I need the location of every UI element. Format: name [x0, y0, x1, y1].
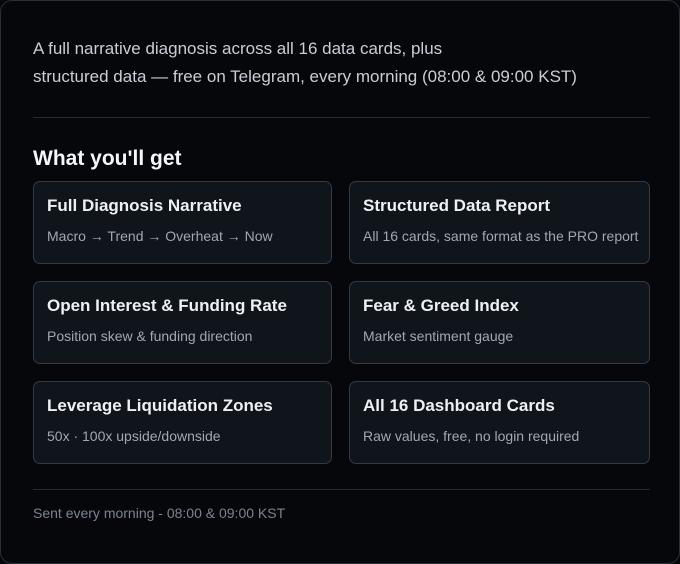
intro-line-2: structured data — free on Telegram, ever…: [33, 67, 577, 86]
feature-card-title: Full Diagnosis Narrative: [47, 196, 242, 215]
feature-card-description: All 16 cards, same format as the PRO rep…: [363, 228, 639, 244]
feature-card-description: Market sentiment gauge: [363, 328, 514, 344]
feature-card-liquidation-zones: Leverage Liquidation Zones 50x · 100x up…: [33, 381, 332, 464]
feature-card-title: Leverage Liquidation Zones: [47, 396, 273, 415]
feature-card-description: Macro → Trend → Overheat → Now: [47, 228, 273, 244]
section-title: What you'll get: [33, 147, 182, 170]
feature-card-open-interest: Open Interest & Funding Rate Position sk…: [33, 281, 332, 364]
feature-card-diagnosis-narrative: Full Diagnosis Narrative Macro → Trend →…: [33, 181, 332, 264]
feature-card-structured-report: Structured Data Report All 16 cards, sam…: [349, 181, 650, 264]
telegram-promo-panel: A full narrative diagnosis across all 16…: [0, 0, 680, 564]
intro-text: A full narrative diagnosis across all 16…: [33, 35, 653, 91]
feature-card-title: Open Interest & Funding Rate: [47, 296, 287, 315]
feature-card-title: Fear & Greed Index: [363, 296, 519, 315]
feature-card-description: Raw values, free, no login required: [363, 428, 580, 444]
intro-line-1: A full narrative diagnosis across all 16…: [33, 39, 443, 58]
bottom-divider: [33, 489, 650, 490]
feature-card-title: All 16 Dashboard Cards: [363, 396, 555, 415]
feature-card-title: Structured Data Report: [363, 196, 551, 215]
feature-card-fear-greed: Fear & Greed Index Market sentiment gaug…: [349, 281, 650, 364]
top-divider: [33, 117, 650, 118]
feature-card-dashboard-cards: All 16 Dashboard Cards Raw values, free,…: [349, 381, 650, 464]
footer-schedule-note: Sent every morning - 08:00 & 09:00 KST: [33, 505, 286, 521]
feature-card-description: 50x · 100x upside/downside: [47, 428, 221, 444]
feature-card-description: Position skew & funding direction: [47, 328, 253, 344]
